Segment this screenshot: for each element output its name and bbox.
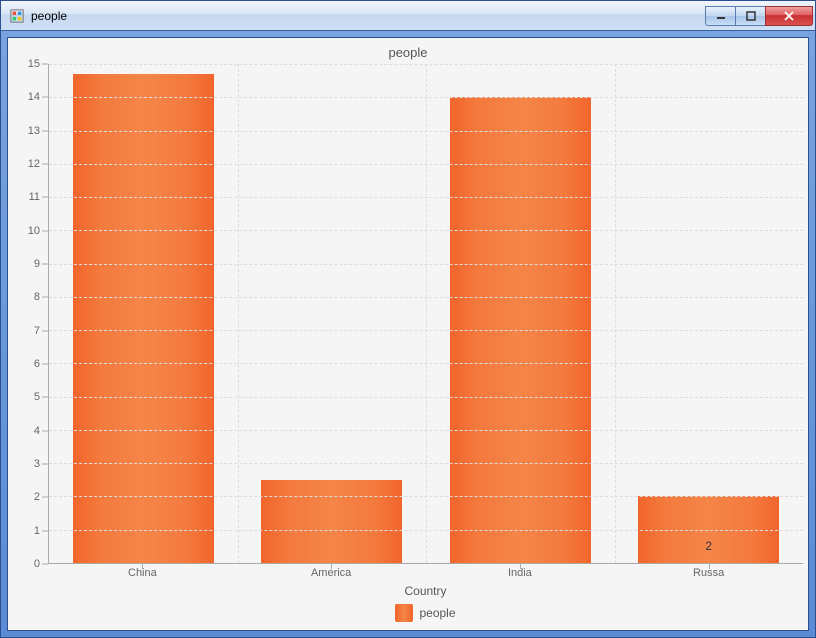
y-tick-label: 15 — [28, 58, 40, 70]
gridline-vertical — [426, 64, 427, 563]
y-tick-label: 2 — [34, 491, 40, 503]
x-tick-label: India — [426, 564, 615, 582]
y-tick-label: 3 — [34, 458, 40, 470]
y-tick-label: 5 — [34, 391, 40, 403]
bar[interactable] — [261, 480, 402, 563]
y-tick-label: 4 — [34, 425, 40, 437]
y-tick-label: 12 — [28, 158, 40, 170]
y-tick-label: 0 — [34, 558, 40, 570]
app-window: people people 0123456789101112131415 — [0, 0, 816, 638]
minimize-icon — [715, 11, 727, 21]
window-controls — [705, 6, 813, 26]
y-tick-label: 6 — [34, 358, 40, 370]
bar-slot — [49, 64, 238, 563]
y-tick-label: 8 — [34, 291, 40, 303]
y-axis: 0123456789101112131415 — [13, 64, 48, 564]
legend-swatch — [395, 604, 413, 622]
bar-slot — [238, 64, 427, 563]
chart-body: 0123456789101112131415 2 — [13, 64, 803, 564]
y-tick-label: 1 — [34, 525, 40, 537]
x-tick-label: America — [237, 564, 426, 582]
gridline-vertical — [238, 64, 239, 563]
y-tick-label: 13 — [28, 125, 40, 137]
x-tick-mark — [142, 563, 143, 569]
bar-slot — [426, 64, 615, 563]
y-tick-label: 11 — [29, 191, 40, 203]
y-tick-label: 9 — [34, 258, 40, 270]
bar-data-label: 2 — [705, 539, 712, 553]
close-button[interactable] — [765, 6, 813, 26]
legend: people — [13, 604, 803, 622]
x-axis-label: Country — [13, 582, 803, 604]
titlebar[interactable]: people — [1, 1, 815, 31]
x-tick-mark — [520, 563, 521, 569]
x-tick-label: China — [48, 564, 237, 582]
legend-label: people — [419, 606, 455, 620]
y-tick-label: 10 — [28, 225, 40, 237]
window-title: people — [31, 9, 705, 23]
x-axis: ChinaAmericaIndiaRussa — [48, 564, 803, 582]
maximize-button[interactable] — [735, 6, 765, 26]
plot-area: 2 — [48, 64, 803, 564]
y-tick-label: 7 — [34, 325, 40, 337]
x-tick-label: Russa — [614, 564, 803, 582]
maximize-icon — [745, 11, 757, 21]
gridline-vertical — [615, 64, 616, 563]
bar[interactable] — [73, 74, 214, 563]
minimize-button[interactable] — [705, 6, 735, 26]
close-icon — [783, 11, 795, 21]
x-tick-mark — [709, 563, 710, 569]
x-tick-mark — [331, 563, 332, 569]
client-area: people 0123456789101112131415 2 ChinaAme… — [7, 37, 809, 631]
bar-slot: 2 — [615, 64, 804, 563]
app-icon — [9, 8, 25, 24]
chart-title: people — [13, 43, 803, 64]
y-tick-label: 14 — [28, 91, 40, 103]
